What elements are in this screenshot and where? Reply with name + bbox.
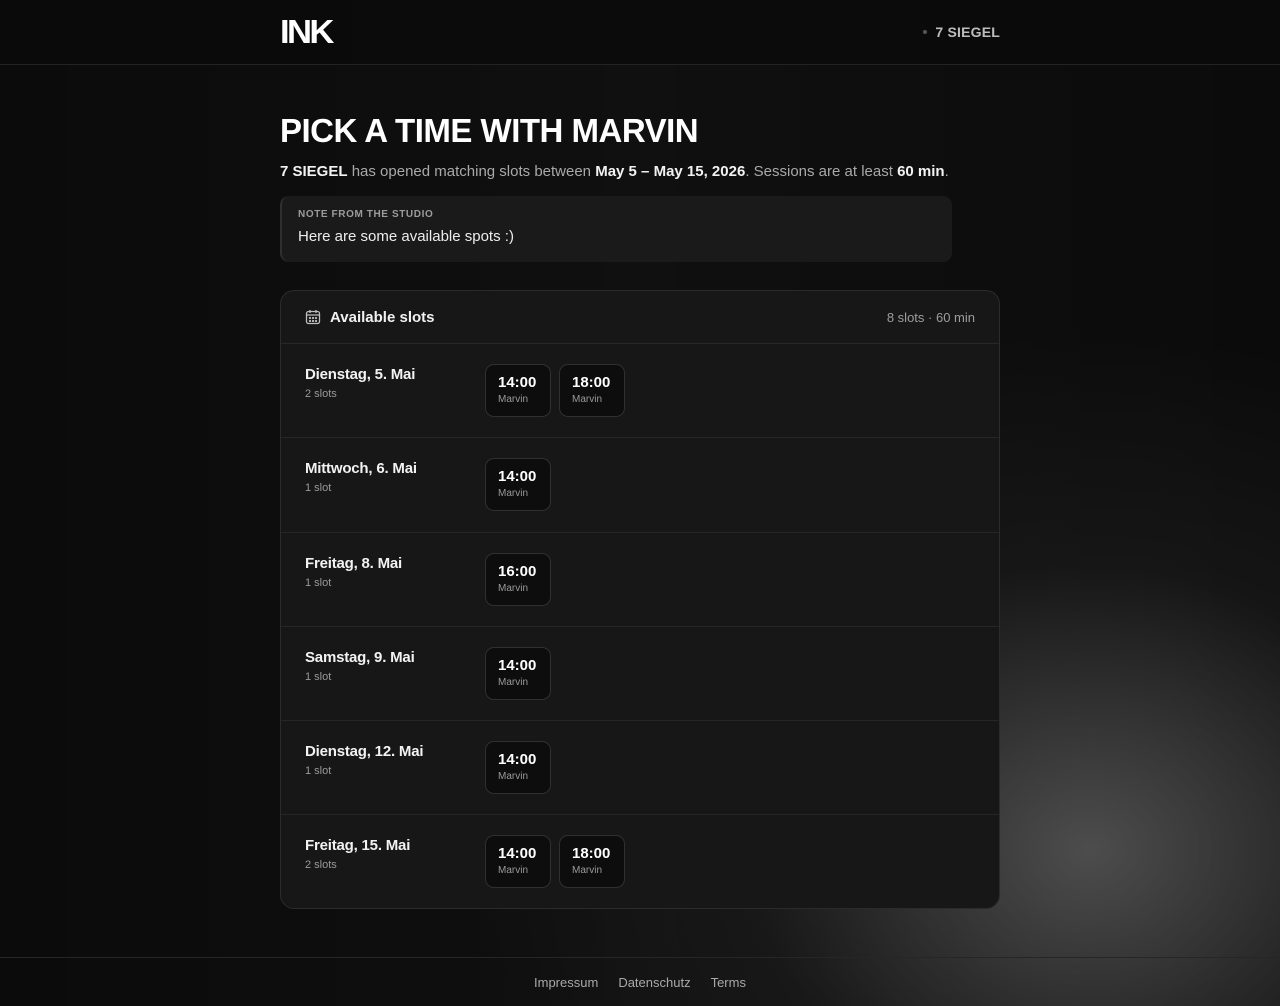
- day-name: Dienstag, 5. Mai: [305, 366, 416, 383]
- day-slot-count: 1 slot: [305, 765, 332, 778]
- slot-artist: Marvin: [498, 488, 529, 500]
- time-slot-button[interactable]: 18:00 Marvin: [559, 364, 625, 417]
- subtitle-text-3: .: [944, 163, 949, 180]
- subtitle-duration: 60 min: [897, 163, 945, 180]
- card-title-label: Available slots: [330, 308, 435, 326]
- slot-time: 18:00: [572, 374, 611, 391]
- subtitle-date-range: May 5 – May 15, 2026: [595, 163, 746, 180]
- day-row: Samstag, 9. Mai 1 slot 14:00 Marvin: [281, 627, 999, 722]
- slot-artist: Marvin: [498, 394, 529, 405]
- day-name: Freitag, 8. Mai: [305, 554, 403, 572]
- time-slot-button[interactable]: 14:00 Marvin: [485, 741, 551, 795]
- slot-artist: Marvin: [572, 865, 603, 877]
- day-row: Dienstag, 5. Mai 2 slots 14:00 Marvin 18:00 M…: [281, 344, 999, 439]
- note-label: NOTE FROM THE STUDIO: [298, 209, 434, 220]
- status-dot-icon: [923, 30, 928, 34]
- day-row: Freitag, 8. Mai 1 slot 16:00 Marvin: [281, 533, 999, 627]
- day-row: Mittwoch, 6. Mai 1 slot 14:00 Marvin: [281, 438, 999, 533]
- time-slot-button[interactable]: 16:00 Marvin: [485, 552, 551, 606]
- slot-list: 14:00 Marvin: [485, 741, 551, 795]
- card-header: Available slots 8 slots · 60 min: [281, 291, 999, 344]
- day-name: Samstag, 9. Mai: [305, 648, 415, 666]
- studio-note: NOTE FROM THE STUDIO Here are some avail…: [280, 196, 952, 262]
- slot-time: 14:00: [498, 468, 537, 486]
- slots-summary: 8 slots · 60 min: [886, 309, 975, 325]
- slot-list: 14:00 Marvin: [485, 646, 551, 700]
- footer-link-terms[interactable]: Terms: [711, 975, 746, 990]
- day-info: Freitag, 8. Mai 1 slot: [305, 555, 402, 589]
- slot-time: 16:00: [498, 562, 537, 580]
- day-row: Dienstag, 12. Mai 1 slot 14:00 Marvin: [281, 721, 999, 816]
- slot-list: 16:00 Marvin: [485, 552, 551, 606]
- day-name: Dienstag, 12. Mai: [305, 743, 424, 761]
- calendar-icon: [305, 309, 321, 325]
- slot-list: 14:00 Marvin: [485, 458, 551, 512]
- note-text: Here are some available spots :): [298, 228, 514, 245]
- slot-artist: Marvin: [498, 771, 529, 783]
- slot-artist: Marvin: [498, 582, 529, 594]
- day-slot-count: 2 slots: [305, 859, 337, 872]
- page-title: PICK A TIME WITH MARVIN: [280, 112, 699, 149]
- available-slots-card: Available slots 8 slots · 60 min Diensta…: [280, 290, 1000, 909]
- slot-artist: Marvin: [572, 394, 603, 405]
- studio-tag: 7 SIEGEL: [923, 24, 1000, 40]
- footer-link-datenschutz[interactable]: Datenschutz: [618, 975, 690, 990]
- slot-list: 14:00 Marvin 18:00 Marvin: [485, 364, 625, 417]
- slot-time: 14:00: [498, 751, 537, 769]
- studio-name: 7 SIEGEL: [935, 24, 1000, 40]
- page-subtitle: 7 SIEGEL has opened matching slots betwe…: [280, 163, 1000, 181]
- day-info: Mittwoch, 6. Mai 1 slot: [305, 460, 417, 494]
- slot-time: 14:00: [498, 374, 537, 391]
- slot-time: 14:00: [498, 845, 537, 863]
- day-info: Freitag, 15. Mai 2 slots: [305, 837, 410, 871]
- slot-list: 14:00 Marvin 18:00 Marvin: [485, 835, 625, 889]
- day-row: Freitag, 15. Mai 2 slots 14:00 Marvin 18:00 M…: [281, 815, 999, 908]
- ink-logo[interactable]: INK: [280, 14, 334, 50]
- time-slot-button[interactable]: 14:00 Marvin: [485, 458, 551, 512]
- top-bar: INK 7 SIEGEL: [0, 0, 1280, 65]
- day-info: Samstag, 9. Mai 1 slot: [305, 649, 415, 683]
- day-name: Freitag, 15. Mai: [305, 837, 411, 855]
- slot-artist: Marvin: [498, 676, 529, 688]
- slot-time: 18:00: [572, 845, 611, 863]
- footer: Impressum Datenschutz Terms: [0, 957, 1280, 1006]
- time-slot-button[interactable]: 14:00 Marvin: [485, 835, 551, 889]
- day-slot-count: 1 slot: [305, 482, 332, 495]
- subtitle-studio: 7 SIEGEL: [280, 163, 348, 180]
- footer-link-impressum[interactable]: Impressum: [534, 975, 598, 990]
- day-slot-count: 1 slot: [305, 670, 332, 683]
- slot-artist: Marvin: [498, 865, 529, 877]
- day-list: Dienstag, 5. Mai 2 slots 14:00 Marvin 18:00 M…: [281, 344, 999, 908]
- time-slot-button[interactable]: 14:00 Marvin: [485, 364, 551, 417]
- subtitle-text-1: has opened matching slots between: [347, 163, 596, 180]
- day-info: Dienstag, 5. Mai 2 slots: [305, 366, 415, 400]
- day-name: Mittwoch, 6. Mai: [305, 460, 417, 478]
- day-info: Dienstag, 12. Mai 1 slot: [305, 743, 424, 778]
- card-title: Available slots: [305, 309, 435, 326]
- time-slot-button[interactable]: 18:00 Marvin: [559, 835, 625, 889]
- subtitle-text-2: . Sessions are at least: [745, 163, 898, 180]
- day-slot-count: 2 slots: [305, 388, 337, 400]
- day-slot-count: 1 slot: [305, 576, 332, 589]
- time-slot-button[interactable]: 14:00 Marvin: [485, 646, 551, 700]
- slot-time: 14:00: [498, 656, 537, 674]
